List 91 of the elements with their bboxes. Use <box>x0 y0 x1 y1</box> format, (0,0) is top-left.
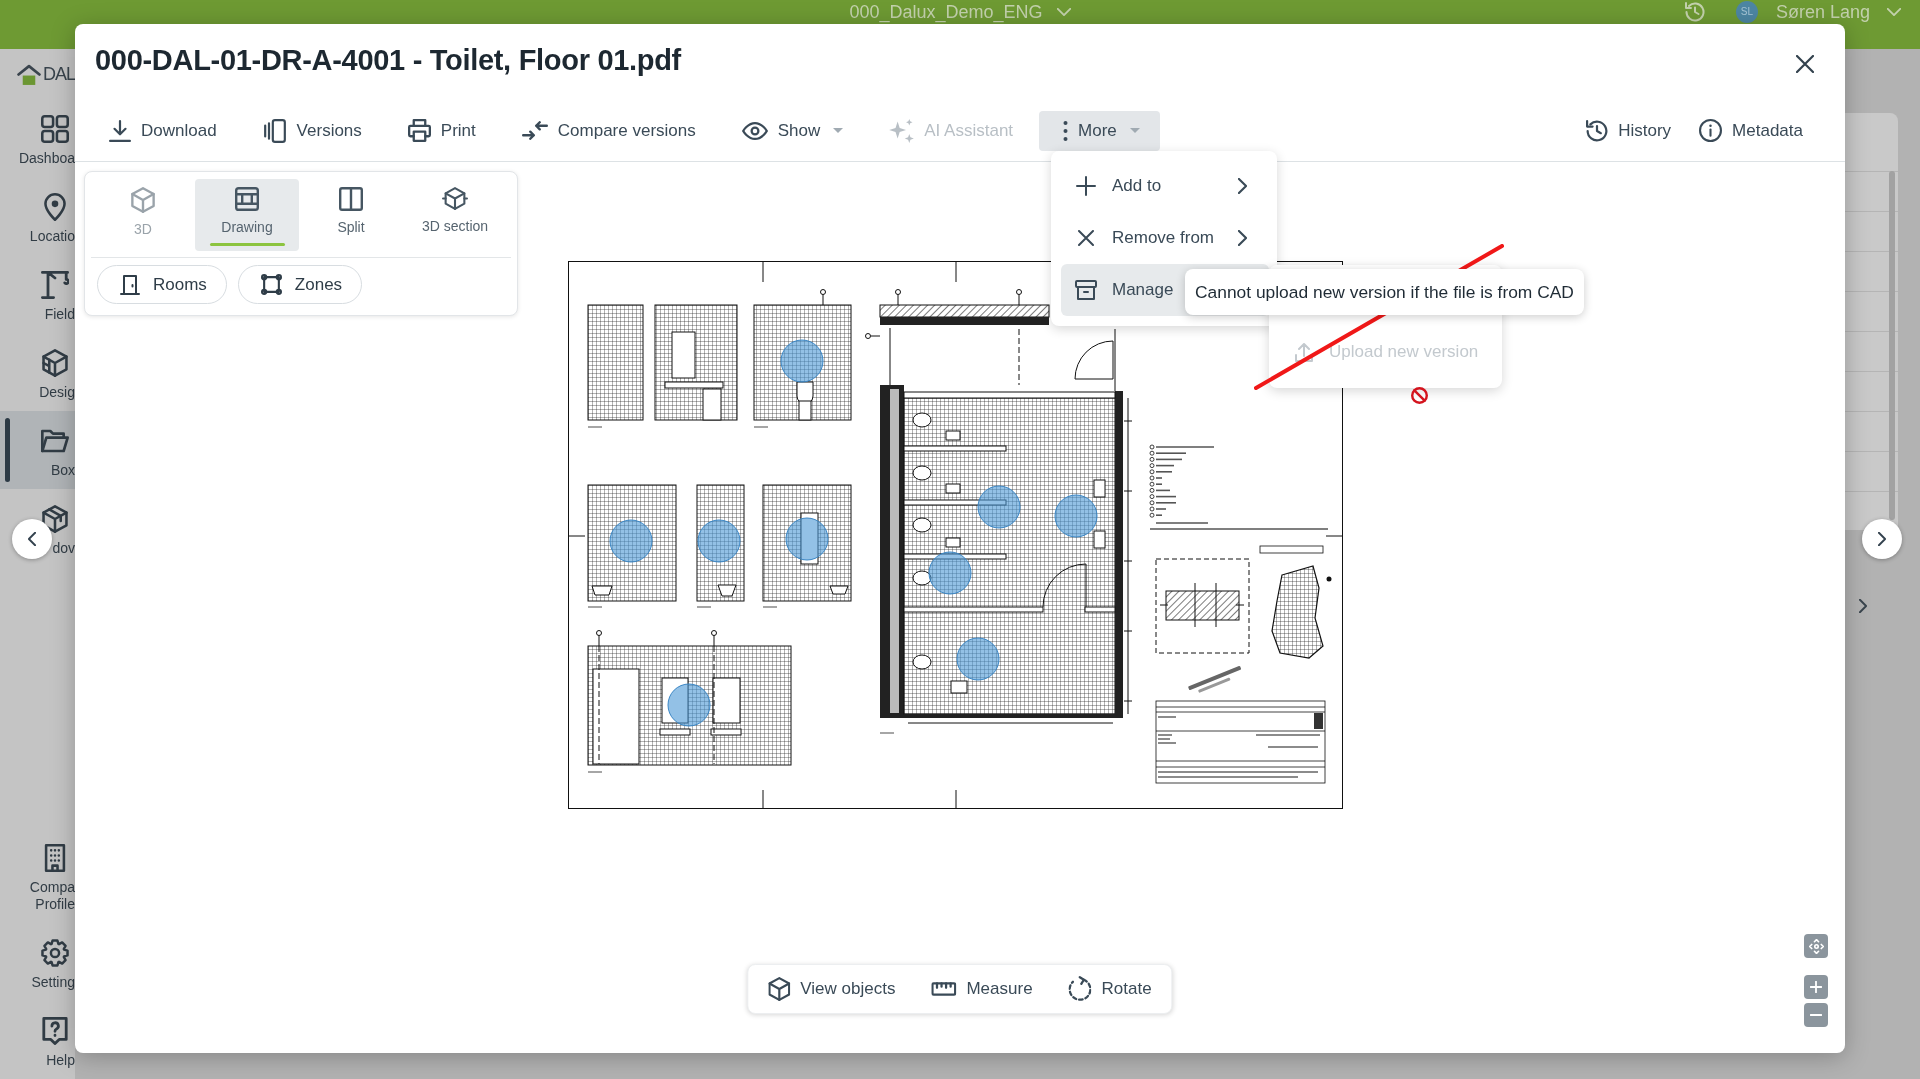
object-marker[interactable] <box>977 485 1020 529</box>
object-marker[interactable] <box>1054 494 1097 538</box>
scrollbar-thumb[interactable] <box>1889 171 1895 520</box>
cube-icon <box>768 977 791 1001</box>
house-logo-icon <box>17 63 41 85</box>
chevron-down-icon <box>1056 8 1071 16</box>
object-marker[interactable] <box>697 519 740 563</box>
versions-icon <box>262 118 287 143</box>
eye-icon <box>741 121 768 140</box>
not-allowed-cursor-icon <box>1411 387 1428 404</box>
chevron-down-icon[interactable] <box>1887 8 1901 16</box>
ruler-icon <box>931 982 957 996</box>
sidebar-item[interactable]: Field <box>0 255 75 333</box>
three-dots-icon <box>1063 120 1069 141</box>
menu-item[interactable]: Remove from <box>1061 212 1269 264</box>
printer-icon <box>407 119 431 142</box>
box-icon <box>41 505 69 533</box>
sidebar-item[interactable]: dov <box>0 489 75 567</box>
tooltip: Cannot upload new version if the file is from CAD <box>1185 269 1584 315</box>
rooms-filter-button[interactable]: Rooms <box>97 265 227 304</box>
sidebar-item[interactable]: Locatio <box>0 177 75 255</box>
history-button[interactable]: History <box>1574 110 1684 151</box>
object-marker[interactable] <box>667 683 710 727</box>
cube-icon <box>131 187 155 213</box>
gear-icon <box>41 939 69 967</box>
info-icon <box>1699 119 1723 142</box>
logo-text: DAL <box>43 63 75 85</box>
zones-filter-button[interactable]: Zones <box>237 265 363 304</box>
caret-icon <box>1129 128 1140 133</box>
sidebar-item[interactable]: Box <box>0 411 75 489</box>
history-icon[interactable] <box>1684 2 1705 22</box>
object-marker[interactable] <box>785 517 828 561</box>
sidebar-item[interactable]: Help <box>0 1001 75 1079</box>
door-icon <box>120 274 140 295</box>
view-mode-tab[interactable]: 3D section <box>403 179 507 251</box>
location-pin-icon <box>41 193 69 221</box>
rotate-button[interactable]: Rotate <box>1062 971 1158 1007</box>
object-marker[interactable] <box>956 637 999 681</box>
metadata-button[interactable]: Metadata <box>1687 110 1815 151</box>
minus-icon <box>1810 1014 1822 1016</box>
plus-icon <box>1810 981 1822 993</box>
bounding-box-icon <box>260 274 282 295</box>
view-objects-button[interactable]: View objects <box>762 971 902 1007</box>
floor-plan-icon <box>235 187 259 211</box>
versions-button[interactable]: Versions <box>242 110 382 151</box>
grid-icon <box>41 115 69 143</box>
sidebar-item[interactable]: Dashboa <box>0 99 75 177</box>
more-button[interactable]: More <box>1039 110 1160 151</box>
chevron-right-icon <box>1238 178 1247 194</box>
download-button[interactable]: Download <box>89 110 237 151</box>
folder-icon <box>41 427 69 455</box>
document-title: 000-DAL-01-DR-A-4001 - Toilet, Floor 01.pdf <box>95 44 681 76</box>
zoom-in-button[interactable] <box>1804 975 1828 999</box>
measure-button[interactable]: Measure <box>925 971 1039 1007</box>
split-view-icon <box>339 187 363 211</box>
sparkle-icon <box>889 118 915 143</box>
chevron-right-icon <box>1238 230 1247 246</box>
caret-icon <box>833 128 844 133</box>
menu-item[interactable]: Add to <box>1061 160 1269 212</box>
compare-arrows-icon <box>521 121 548 140</box>
upload-icon <box>1295 342 1313 362</box>
object-marker[interactable] <box>928 551 971 595</box>
sidebar-item[interactable]: Compa Profile <box>0 828 75 923</box>
move-arrows-icon <box>1808 938 1824 954</box>
recenter-button[interactable] <box>1804 934 1828 958</box>
object-marker[interactable] <box>780 339 823 383</box>
cube-section-icon <box>442 187 468 210</box>
close-icon <box>1796 55 1814 73</box>
next-button[interactable] <box>1862 519 1902 559</box>
plus-icon <box>1076 176 1096 196</box>
print-button[interactable]: Print <box>387 110 496 151</box>
history-icon <box>1586 119 1609 142</box>
rotate-icon <box>1068 976 1092 1002</box>
cube-blocks-icon <box>41 349 69 377</box>
view-mode-tab[interactable]: Split <box>299 179 403 251</box>
show-dropdown[interactable]: Show <box>721 110 864 151</box>
chevron-right-icon[interactable] <box>1859 599 1867 613</box>
compare-versions-button[interactable]: Compare versions <box>501 110 716 151</box>
chevron-right-icon <box>1878 532 1886 546</box>
close-button[interactable] <box>1793 52 1817 76</box>
view-mode-tab[interactable]: Drawing <box>195 179 299 251</box>
sidebar-item[interactable]: Setting <box>0 923 75 1001</box>
archive-box-icon <box>1075 280 1097 300</box>
crane-icon <box>41 271 69 299</box>
zoom-out-button[interactable] <box>1804 1003 1828 1027</box>
object-marker[interactable] <box>609 519 652 563</box>
download-icon <box>109 119 131 142</box>
cross-icon <box>1078 230 1094 246</box>
sidebar-item[interactable]: Desig <box>0 333 75 411</box>
help-icon <box>41 1017 69 1045</box>
chevron-left-icon <box>28 532 36 546</box>
